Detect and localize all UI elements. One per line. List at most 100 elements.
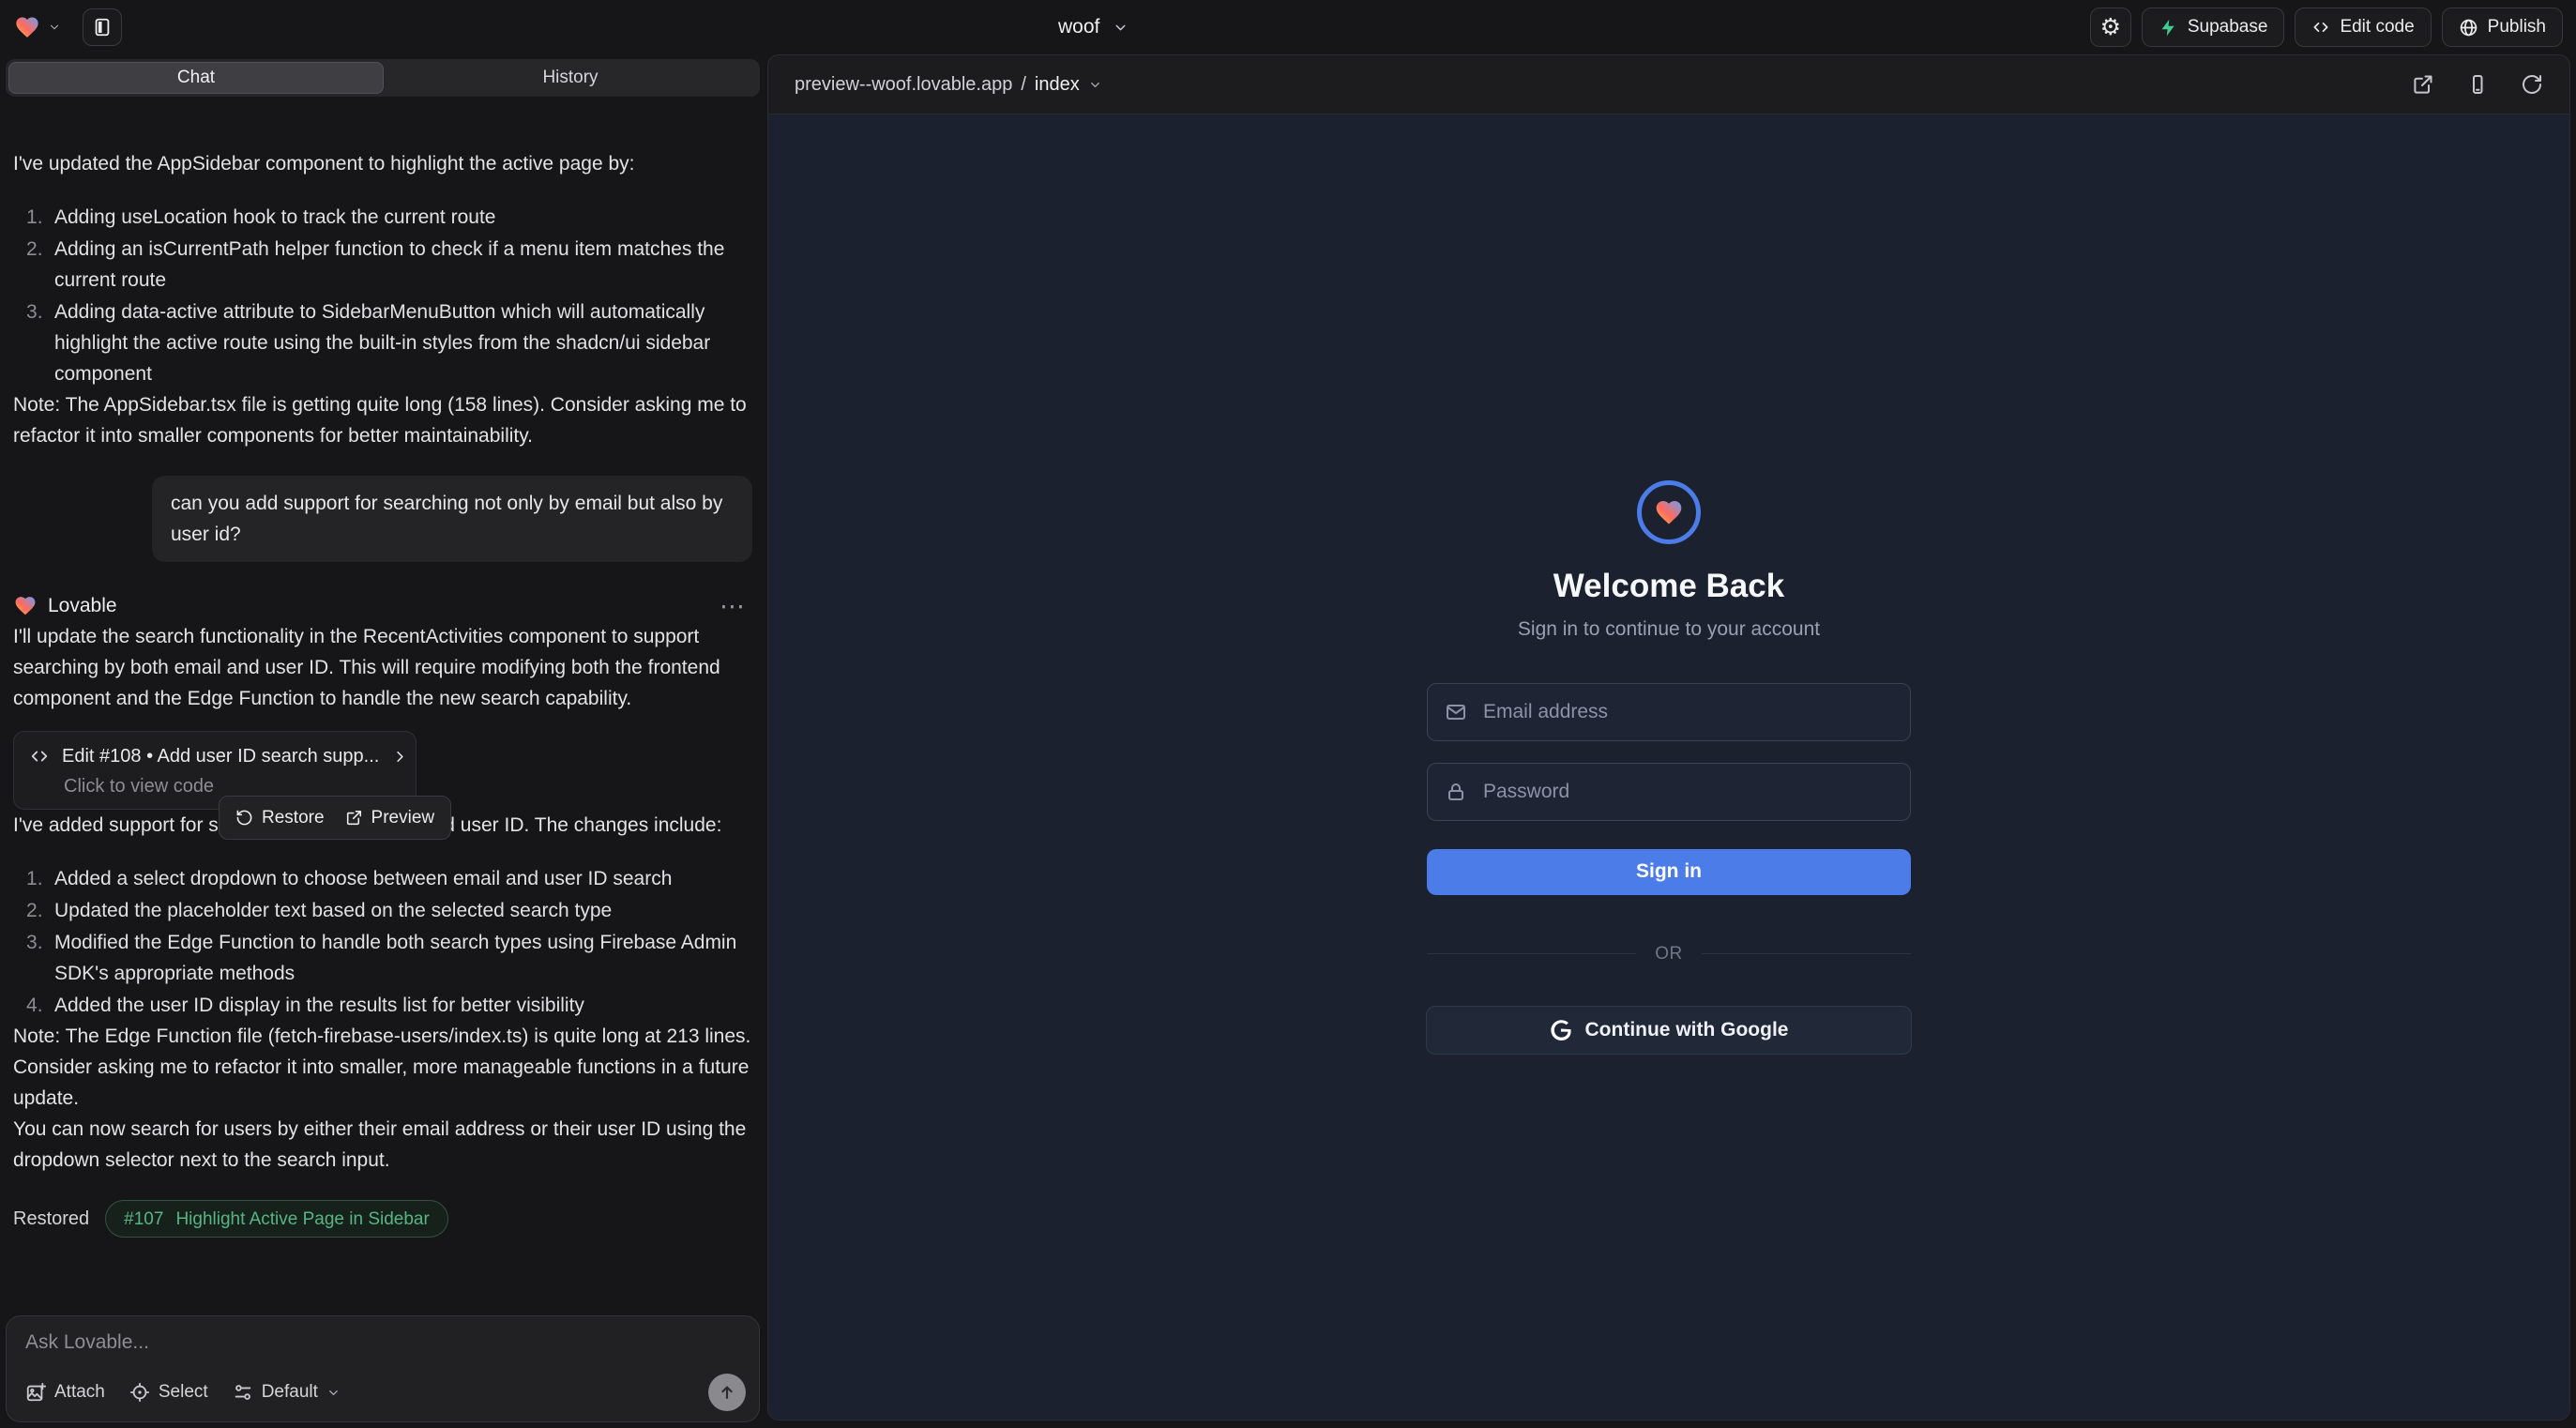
tab-chat[interactable]: Chat: [8, 62, 384, 94]
edit-card-subtitle: Click to view code: [64, 775, 401, 798]
list-item: Added the user ID display in the results…: [13, 990, 752, 1021]
sign-in-button[interactable]: Sign in: [1427, 849, 1911, 895]
page-subtitle: Sign in to continue to your account: [1518, 617, 1820, 642]
or-label: OR: [1655, 944, 1683, 965]
attach-button[interactable]: Attach: [25, 1382, 105, 1403]
preview-label: Preview: [371, 802, 435, 833]
refresh-button[interactable]: [2521, 73, 2543, 96]
email-field-wrapper: [1427, 683, 1911, 741]
list-item: Modified the Edge Function to handle bot…: [13, 927, 752, 989]
list-item: Adding useLocation hook to track the cur…: [13, 202, 752, 233]
or-divider: OR: [1427, 944, 1911, 965]
project-name: woof: [1058, 16, 1099, 38]
sidebar-toggle-button[interactable]: [83, 8, 122, 46]
preview-button[interactable]: Preview: [345, 802, 435, 833]
code-brackets-icon: [2311, 18, 2330, 37]
preview-url-dropdown[interactable]: preview--woof.lovable.app / index: [795, 74, 1102, 96]
edit-card-header: Edit #108 • Add user ID search supp...: [29, 744, 401, 768]
composer: Attach Select: [6, 1315, 760, 1422]
project-chevron-icon: [1113, 20, 1129, 36]
page-title: Welcome Back: [1553, 567, 1784, 606]
user-message-bubble: can you add support for searching not on…: [152, 476, 752, 562]
assistant-paragraph: You can now search for users by either t…: [13, 1114, 752, 1176]
chevron-down-icon: [1088, 78, 1102, 92]
continue-with-google-button[interactable]: Continue with Google: [1426, 1006, 1912, 1055]
restored-row: Restored #107 Highlight Active Page in S…: [13, 1200, 752, 1238]
preview-viewport: Welcome Back Sign in to continue to your…: [768, 114, 2569, 1420]
tab-history[interactable]: History: [384, 62, 757, 94]
chat-history-tabbar: Chat History: [6, 59, 760, 97]
supabase-button[interactable]: Supabase: [2142, 8, 2285, 47]
chat-panel: Chat History I've updated the AppSidebar…: [0, 54, 765, 1428]
lovable-heart-logo[interactable]: [13, 14, 41, 40]
publish-label: Publish: [2488, 17, 2546, 38]
composer-toolbar: Attach Select: [25, 1374, 746, 1411]
edit-code-button[interactable]: Edit code: [2295, 8, 2431, 47]
select-target-icon: [129, 1382, 150, 1403]
select-label: Select: [159, 1382, 208, 1403]
open-in-new-tab-button[interactable]: [2412, 73, 2434, 96]
restore-button[interactable]: Restore: [235, 802, 325, 833]
password-field[interactable]: [1481, 780, 1893, 804]
tab-history-label: History: [542, 68, 598, 88]
chat-input[interactable]: [23, 1330, 717, 1355]
email-field[interactable]: [1481, 700, 1893, 724]
project-switcher[interactable]: woof: [1058, 0, 1129, 54]
sliders-icon: [233, 1382, 253, 1403]
tab-chat-label: Chat: [177, 68, 215, 88]
settings-button[interactable]: ⚙: [2090, 8, 2131, 47]
select-button[interactable]: Select: [129, 1382, 208, 1403]
assistant-paragraph: I've updated the AppSidebar component to…: [13, 148, 752, 179]
preview-header: preview--woof.lovable.app / index: [768, 55, 2569, 114]
edit-code-label: Edit code: [2340, 17, 2414, 38]
heart-logo-icon: [1653, 497, 1685, 527]
workspace-chevron-icon[interactable]: [48, 21, 61, 34]
supabase-bolt-icon: [2159, 18, 2178, 38]
app-logo-ring: [1637, 480, 1701, 544]
assistant-ordered-list: Added a select dropdown to choose betwee…: [13, 863, 752, 1021]
chat-message-list[interactable]: I've updated the AppSidebar component to…: [0, 148, 765, 1310]
google-g-icon: [1550, 1019, 1571, 1041]
version-title: Highlight Active Page in Sidebar: [175, 1204, 429, 1235]
preview-header-actions: [2412, 73, 2543, 96]
auth-card: Welcome Back Sign in to continue to your…: [1427, 480, 1911, 1055]
list-item: Added a select dropdown to choose betwee…: [13, 863, 752, 894]
supabase-label: Supabase: [2188, 17, 2268, 38]
brand-group: [13, 8, 122, 46]
arrow-up-icon: [718, 1383, 736, 1402]
user-message-row: can you add support for searching not on…: [13, 476, 752, 562]
send-button[interactable]: [708, 1374, 746, 1411]
assistant-name: Lovable: [48, 590, 117, 621]
assistant-ordered-list: Adding useLocation hook to track the cur…: [13, 202, 752, 389]
lock-icon: [1445, 781, 1467, 803]
message-menu-button[interactable]: ⋯: [720, 597, 745, 615]
edit-card-title: Edit #108 • Add user ID search supp...: [62, 744, 379, 768]
version-number: #107: [124, 1204, 163, 1235]
edit-card-actions: Restore Preview: [219, 796, 451, 840]
chevron-right-icon: [391, 748, 409, 766]
top-bar: woof ⚙ Supabase Edit code Publish: [0, 0, 2576, 54]
attach-label: Attach: [54, 1382, 105, 1403]
mobile-view-button[interactable]: [2466, 73, 2489, 96]
publish-button[interactable]: Publish: [2442, 8, 2563, 47]
edit-version-card[interactable]: Edit #108 • Add user ID search supp... C…: [13, 731, 417, 810]
preview-domain: preview--woof.lovable.app: [795, 74, 1012, 96]
assistant-header-row: Lovable ⋯: [13, 590, 752, 621]
topbar-actions: ⚙ Supabase Edit code Publish: [2090, 8, 2563, 47]
external-link-icon: [345, 809, 363, 827]
gear-icon: ⚙: [2100, 13, 2121, 41]
path-separator: /: [1021, 74, 1026, 96]
password-field-wrapper: [1427, 763, 1911, 821]
google-label: Continue with Google: [1585, 1019, 1789, 1041]
list-item: Updated the placeholder text based on th…: [13, 895, 752, 926]
preview-panel: preview--woof.lovable.app / index: [767, 54, 2570, 1420]
assistant-paragraph: I'll update the search functionality in …: [13, 621, 752, 714]
restored-label: Restored: [13, 1204, 89, 1235]
envelope-icon: [1445, 701, 1467, 723]
mode-dropdown[interactable]: Default: [233, 1382, 341, 1403]
assistant-paragraph: Note: The AppSidebar.tsx file is getting…: [13, 389, 752, 451]
list-item: Adding data-active attribute to SidebarM…: [13, 296, 752, 389]
assistant-paragraph: Note: The Edge Function file (fetch-fire…: [13, 1021, 752, 1114]
list-item: Adding an isCurrentPath helper function …: [13, 234, 752, 296]
restored-version-badge[interactable]: #107 Highlight Active Page in Sidebar: [105, 1200, 448, 1238]
